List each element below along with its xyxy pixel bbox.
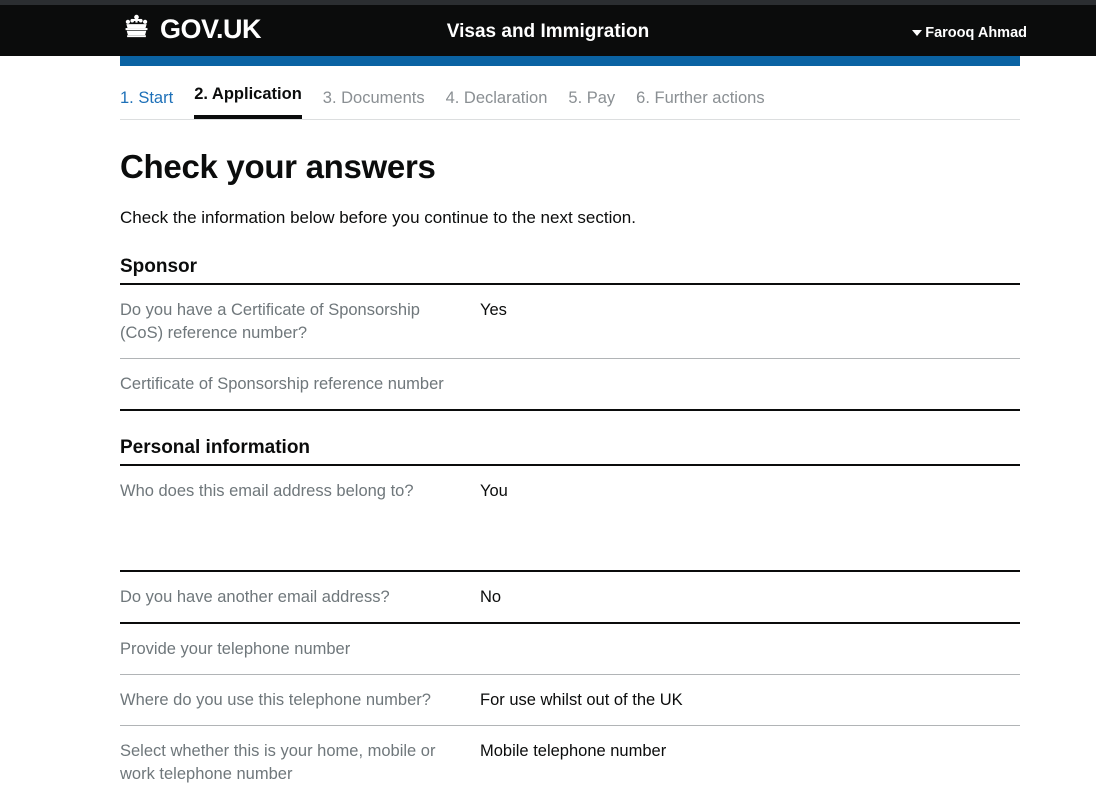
summary-value: For use whilst out of the UK <box>480 691 683 709</box>
summary-row: Do you have a Certificate of Sponsorship… <box>120 285 1020 359</box>
page-root: GOV.UK Visas and Immigration Farooq Ahma… <box>0 0 1096 799</box>
tab-6-further-actions[interactable]: 6. Further actions <box>636 88 764 119</box>
summary-key: Do you have a Certificate of Sponsorship… <box>120 301 420 342</box>
tab-5-pay[interactable]: 5. Pay <box>568 88 615 119</box>
summary-row: Do you have another email address? No <box>120 572 1020 624</box>
summary-key: Where do you use this telephone number? <box>120 691 431 709</box>
progress-tabs: 1. Start 2. Application 3. Documents 4. Dec… <box>120 66 1020 120</box>
summary-row: Where do you use this telephone number? F… <box>120 675 1020 726</box>
account-name-label: Farooq Ahmad <box>925 25 1027 41</box>
summary-row: Certificate of Sponsorship reference num… <box>120 359 1020 411</box>
section-heading: Personal information <box>120 436 1020 466</box>
summary-row: Provide your telephone number <box>120 624 1020 675</box>
account-menu-button[interactable]: Farooq Ahmad <box>912 25 1027 41</box>
summary-value: You <box>480 482 508 500</box>
tab-4-declaration[interactable]: 4. Declaration <box>446 88 548 119</box>
summary-row: Select whether this is your home, mobile… <box>120 726 1020 799</box>
tab-2-application[interactable]: 2. Application <box>194 84 302 119</box>
summary-key: Select whether this is your home, mobile… <box>120 742 436 783</box>
summary-row: Who does this email address belong to? Yo… <box>120 466 1020 572</box>
summary-sections-container: Sponsor Do you have a Certificate of Spon… <box>120 255 1020 799</box>
summary-value <box>480 638 1020 661</box>
chevron-down-icon <box>912 30 923 36</box>
content-column: 1. Start 2. Application 3. Documents 4. Dec… <box>120 56 1020 799</box>
summary-key: Provide your telephone number <box>120 640 351 658</box>
tab-3-documents[interactable]: 3. Documents <box>323 88 425 119</box>
summary-key: Do you have another email address? <box>120 588 390 606</box>
phase-banner-bar <box>120 56 1020 66</box>
header-inner: GOV.UK Visas and Immigration Farooq Ahma… <box>0 5 1096 56</box>
summary-value: No <box>480 588 502 606</box>
summary-list: Who does this email address belong to? Yo… <box>120 466 1020 799</box>
summary-value <box>480 373 1020 396</box>
progress-tabs-list: 1. Start 2. Application 3. Documents 4. Dec… <box>120 85 1020 119</box>
govuk-global-header: GOV.UK Visas and Immigration Farooq Ahma… <box>0 5 1096 56</box>
page-title: Check your answers <box>120 148 436 185</box>
section-heading: Sponsor <box>120 255 1020 285</box>
summary-value: Yes <box>480 301 507 319</box>
summary-key: Certificate of Sponsorship reference num… <box>120 375 444 393</box>
summary-list: Do you have a Certificate of Sponsorship… <box>120 285 1020 411</box>
tab-1-start[interactable]: 1. Start <box>120 88 173 119</box>
page-intro-text: Check the information below before you c… <box>120 208 636 227</box>
summary-value: Mobile telephone number <box>480 742 667 760</box>
summary-key: Who does this email address belong to? <box>120 482 414 500</box>
